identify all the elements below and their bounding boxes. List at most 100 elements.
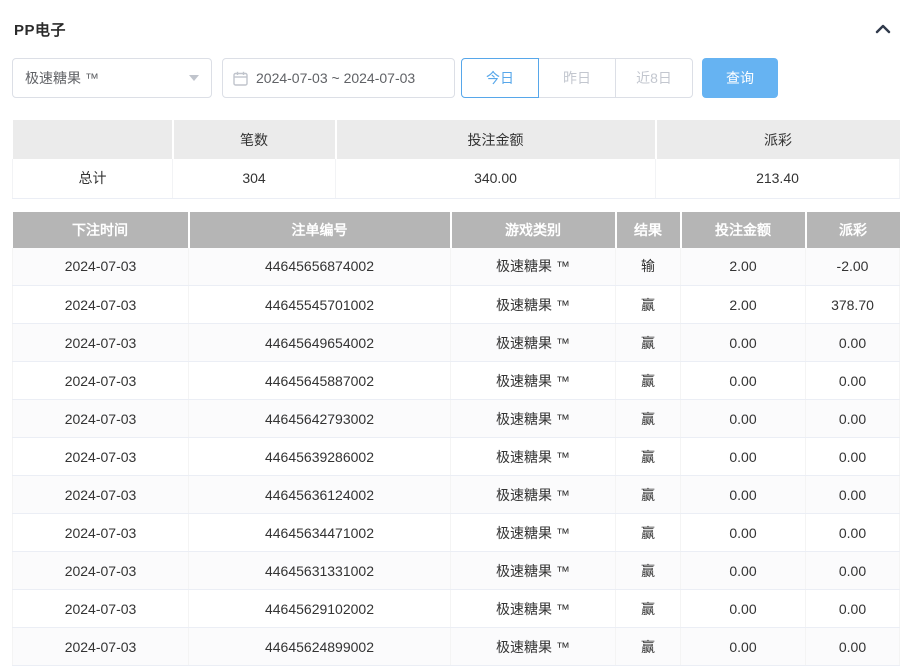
summary-table: 笔数投注金额派彩 总计304340.00213.40 (12, 120, 900, 199)
summary-header-cell: 笔数 (173, 120, 336, 159)
payout-cell: 0.00 (806, 324, 900, 362)
bets-table: 下注时间注单编号游戏类别结果投注金额派彩 2024-07-03446456568… (12, 212, 900, 666)
result-cell: 赢 (616, 286, 681, 324)
filter-toolbar: 极速糖果 ™ 2024-07-03 ~ 2024-07-03 今日 昨日 近8日… (12, 58, 911, 98)
bet-time-cell: 2024-07-03 (13, 590, 189, 628)
payout-cell: -2.00 (806, 248, 900, 286)
bet-number-cell: 44645624899002 (189, 628, 451, 666)
bet-amount-cell: 0.00 (681, 514, 806, 552)
bets-header-cell: 游戏类别 (451, 212, 616, 248)
bet-amount-cell: 0.00 (681, 362, 806, 400)
page-title: PP电子 (14, 19, 66, 40)
quick-filter-today[interactable]: 今日 (461, 58, 539, 98)
bet-number-cell: 44645656874002 (189, 248, 451, 286)
calendar-icon (233, 71, 248, 86)
bets-table-row: 2024-07-0344645624899002极速糖果 ™赢0.000.00 (13, 628, 900, 666)
bets-table-row: 2024-07-0344645545701002极速糖果 ™赢2.00378.7… (13, 286, 900, 324)
payout-cell: 0.00 (806, 628, 900, 666)
payout-cell: 0.00 (806, 400, 900, 438)
payout-cell: 0.00 (806, 438, 900, 476)
bet-number-cell: 44645636124002 (189, 476, 451, 514)
panel-header: PP电子 (0, 0, 911, 40)
bets-header-row: 下注时间注单编号游戏类别结果投注金额派彩 (13, 212, 900, 248)
summary-header-row: 笔数投注金额派彩 (13, 120, 900, 159)
bets-header-cell: 投注金额 (681, 212, 806, 248)
bet-amount-cell: 0.00 (681, 400, 806, 438)
bet-amount-cell: 0.00 (681, 476, 806, 514)
bets-header-cell: 派彩 (806, 212, 900, 248)
game-select[interactable]: 极速糖果 ™ (12, 58, 212, 98)
bet-amount-cell: 0.00 (681, 552, 806, 590)
game-type-cell: 极速糖果 ™ (451, 628, 616, 666)
bet-number-cell: 44645634471002 (189, 514, 451, 552)
bet-time-cell: 2024-07-03 (13, 362, 189, 400)
caret-down-icon (189, 75, 199, 81)
bet-time-cell: 2024-07-03 (13, 628, 189, 666)
bet-time-cell: 2024-07-03 (13, 514, 189, 552)
bets-header-cell: 下注时间 (13, 212, 189, 248)
bet-amount-cell: 0.00 (681, 628, 806, 666)
bets-table-row: 2024-07-0344645656874002极速糖果 ™输2.00-2.00 (13, 248, 900, 286)
game-type-cell: 极速糖果 ™ (451, 286, 616, 324)
bets-header-cell: 结果 (616, 212, 681, 248)
bet-number-cell: 44645545701002 (189, 286, 451, 324)
bets-table-row: 2024-07-0344645636124002极速糖果 ™赢0.000.00 (13, 476, 900, 514)
date-range-input[interactable]: 2024-07-03 ~ 2024-07-03 (222, 58, 455, 98)
payout-cell: 0.00 (806, 514, 900, 552)
payout-cell: 378.70 (806, 286, 900, 324)
summary-total-cell: 340.00 (336, 159, 656, 198)
bets-table-row: 2024-07-0344645649654002极速糖果 ™赢0.000.00 (13, 324, 900, 362)
result-cell: 赢 (616, 324, 681, 362)
bet-time-cell: 2024-07-03 (13, 438, 189, 476)
game-type-cell: 极速糖果 ™ (451, 324, 616, 362)
game-type-cell: 极速糖果 ™ (451, 590, 616, 628)
summary-total-cell: 总计 (13, 159, 173, 198)
quick-filter-yesterday[interactable]: 昨日 (538, 58, 616, 98)
collapse-panel-button[interactable] (875, 23, 891, 35)
bet-number-cell: 44645645887002 (189, 362, 451, 400)
bets-table-row: 2024-07-0344645634471002极速糖果 ™赢0.000.00 (13, 514, 900, 552)
date-range-value: 2024-07-03 ~ 2024-07-03 (256, 70, 415, 86)
game-type-cell: 极速糖果 ™ (451, 400, 616, 438)
bet-number-cell: 44645631331002 (189, 552, 451, 590)
bet-amount-cell: 0.00 (681, 590, 806, 628)
result-cell: 赢 (616, 514, 681, 552)
summary-header-cell: 投注金额 (336, 120, 656, 159)
summary-total-cell: 304 (173, 159, 336, 198)
bet-number-cell: 44645629102002 (189, 590, 451, 628)
game-type-cell: 极速糖果 ™ (451, 248, 616, 286)
bet-amount-cell: 0.00 (681, 438, 806, 476)
bet-time-cell: 2024-07-03 (13, 286, 189, 324)
summary-total-cell: 213.40 (656, 159, 900, 198)
bet-time-cell: 2024-07-03 (13, 476, 189, 514)
payout-cell: 0.00 (806, 476, 900, 514)
result-cell: 赢 (616, 438, 681, 476)
summary-header-cell (13, 120, 173, 159)
bet-number-cell: 44645639286002 (189, 438, 451, 476)
bet-amount-cell: 2.00 (681, 248, 806, 286)
bet-time-cell: 2024-07-03 (13, 400, 189, 438)
bet-time-cell: 2024-07-03 (13, 552, 189, 590)
game-type-cell: 极速糖果 ™ (451, 476, 616, 514)
game-type-cell: 极速糖果 ™ (451, 514, 616, 552)
bets-table-row: 2024-07-0344645642793002极速糖果 ™赢0.000.00 (13, 400, 900, 438)
quick-filter-group: 今日 昨日 近8日 (461, 58, 693, 98)
bets-header-cell: 注单编号 (189, 212, 451, 248)
bets-table-row: 2024-07-0344645639286002极速糖果 ™赢0.000.00 (13, 438, 900, 476)
bet-number-cell: 44645642793002 (189, 400, 451, 438)
bet-time-cell: 2024-07-03 (13, 248, 189, 286)
result-cell: 赢 (616, 628, 681, 666)
quick-filter-last8days[interactable]: 近8日 (615, 58, 693, 98)
result-cell: 赢 (616, 362, 681, 400)
bet-number-cell: 44645649654002 (189, 324, 451, 362)
game-type-cell: 极速糖果 ™ (451, 362, 616, 400)
query-button[interactable]: 查询 (702, 58, 778, 98)
summary-header-cell: 派彩 (656, 120, 900, 159)
payout-cell: 0.00 (806, 362, 900, 400)
bet-time-cell: 2024-07-03 (13, 324, 189, 362)
bets-table-row: 2024-07-0344645631331002极速糖果 ™赢0.000.00 (13, 552, 900, 590)
result-cell: 赢 (616, 400, 681, 438)
result-cell: 赢 (616, 590, 681, 628)
payout-cell: 0.00 (806, 590, 900, 628)
game-type-cell: 极速糖果 ™ (451, 552, 616, 590)
